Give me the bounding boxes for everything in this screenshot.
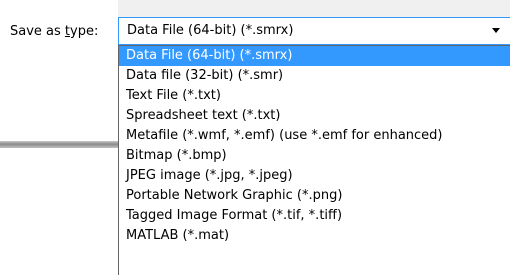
save-as-type-label: Save as type: (10, 24, 98, 40)
option-text-file[interactable]: Text File (*.txt) (119, 86, 510, 106)
chevron-down-icon[interactable] (492, 28, 500, 33)
left-white-area (0, 0, 118, 275)
option-png[interactable]: Portable Network Graphic (*.png) (119, 186, 510, 206)
option-data-file-32bit[interactable]: Data file (32-bit) (*.smr) (119, 66, 510, 86)
save-as-type-dropdown-list[interactable]: Data File (64-bit) (*.smrx) Data file (3… (118, 45, 510, 275)
dialog-divider (0, 141, 118, 148)
save-as-type-selected-value[interactable]: Data File (64-bit) (*.smrx) (121, 21, 510, 41)
option-matlab[interactable]: MATLAB (*.mat) (119, 226, 510, 246)
save-as-type-label-suffix: ype: (70, 24, 99, 39)
option-bitmap[interactable]: Bitmap (*.bmp) (119, 146, 510, 166)
save-as-type-combobox[interactable]: Data File (64-bit) (*.smrx) (118, 17, 510, 45)
save-as-type-label-prefix: Save as (10, 24, 65, 39)
option-jpeg[interactable]: JPEG image (*.jpg, *.jpeg) (119, 166, 510, 186)
option-metafile[interactable]: Metafile (*.wmf, *.emf) (use *.emf for e… (119, 126, 510, 146)
option-data-file-64bit[interactable]: Data File (64-bit) (*.smrx) (119, 46, 510, 66)
option-spreadsheet-text[interactable]: Spreadsheet text (*.txt) (119, 106, 510, 126)
option-tiff[interactable]: Tagged Image Format (*.tif, *.tiff) (119, 206, 510, 226)
